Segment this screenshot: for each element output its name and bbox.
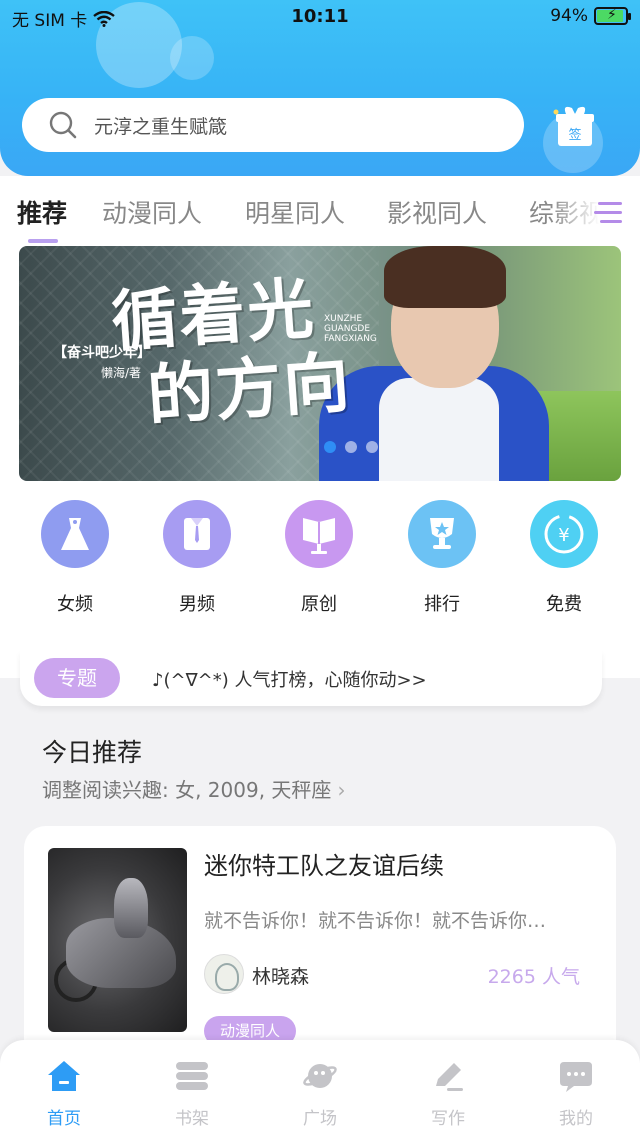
book-stand-icon [285,500,353,568]
tab-recommend[interactable]: 推荐 [17,194,67,230]
book-cover[interactable] [48,848,187,1032]
search-bar[interactable]: 元淳之重生赋箴 [22,98,524,152]
category-label: 排行 [424,594,460,615]
tab-active-indicator [28,239,58,243]
cover-rider [114,878,148,938]
category-label: 男频 [179,594,215,615]
trophy-icon [408,500,476,568]
banner-jacket-white [379,378,499,481]
carousel-dot[interactable] [345,441,357,453]
banner-pinyin: XUNZHE GUANGDE FANGXIANG [324,314,377,344]
category-male[interactable]: 男频 [147,500,247,616]
topic-badge: 专题 [34,658,120,698]
pen-icon [436,1063,463,1091]
tab-menu-icon[interactable] [594,198,626,228]
nav-bookshelf[interactable]: 书架 [152,1058,232,1129]
nav-write[interactable]: 写作 [408,1058,488,1129]
bookshelf-icon [176,1062,208,1090]
nav-label: 书架 [175,1109,209,1129]
reading-interest-link[interactable]: 调整阅读兴趣: 女, 2009, 天秤座 › [42,774,345,803]
category-ranking[interactable]: 排行 [392,500,492,616]
battery-percent: 94% [550,6,588,26]
nav-square[interactable]: 广场 [280,1058,360,1129]
nav-label: 首页 [47,1109,81,1129]
dress-icon [41,500,109,568]
topic-strip[interactable]: 专题 ♪(^∇^*) 人气打榜，心随你动>> [20,650,602,706]
banner-carousel[interactable]: 循着光 的方向 【奋斗吧少年】 懒海/著 XUNZHE GUANGDE FANG… [19,246,621,481]
banner-subtitle: 【奋斗吧少年】 [53,345,151,361]
planet-icon [303,1064,337,1088]
nav-label: 我的 [559,1109,593,1129]
carousel-dot[interactable] [366,441,378,453]
tab-film-fanfic[interactable]: 影视同人 [387,194,487,230]
nav-home[interactable]: 首页 [24,1058,104,1129]
category-label: 免费 [546,594,582,615]
svg-text:签: 签 [568,127,581,143]
nav-label: 广场 [303,1109,337,1129]
topic-text[interactable]: ♪(^∇^*) 人气打榜，心随你动>> [152,666,427,692]
bottom-nav: 首页 书架 广场 写作 我的 [0,1040,640,1138]
category-tabs: 推荐 动漫同人 明星同人 影视同人 综影视 [0,176,640,244]
nav-me[interactable]: 我的 [536,1058,616,1129]
popularity-count: 2265 人气 [487,966,580,988]
chevron-right-icon: › [337,778,346,802]
search-icon [49,111,77,139]
status-bar: 无 SIM 卡 10:11 94% ⚡ [0,0,640,36]
book-description: 就不告诉你！就不告诉你！就不告诉你… [204,910,547,932]
reading-interest-text: 调整阅读兴趣: 女, 2009, 天秤座 [42,778,332,802]
battery-icon: ⚡ [594,7,631,25]
tab-anime-fanfic[interactable]: 动漫同人 [102,194,202,230]
book-title[interactable]: 迷你特工队之友谊后续 [204,846,444,881]
category-free[interactable]: ¥ 免费 [514,500,614,616]
author-name[interactable]: 林晓森 [252,962,309,989]
yen-coin-icon: ¥ [530,500,598,568]
avatar[interactable] [204,954,244,994]
header: 无 SIM 卡 10:11 94% ⚡ 元淳之重生赋箴 签 [0,0,640,176]
chat-bubble-icon [560,1062,592,1092]
banner-hair [384,246,506,308]
carousel-dots [324,441,378,453]
home-icon [48,1061,80,1091]
carousel-dot[interactable] [324,441,336,453]
tab-celebrity-fanfic[interactable]: 明星同人 [245,194,345,230]
signin-gift-icon[interactable]: 签 [552,104,598,148]
shirt-icon [163,500,231,568]
category-female[interactable]: 女频 [25,500,125,616]
section-title: 今日推荐 [42,738,143,767]
banner-title-line2: 的方向 [144,342,354,436]
category-label: 女频 [57,594,93,615]
book-card[interactable]: 迷你特工队之友谊后续 就不告诉你！就不告诉你！就不告诉你… 林晓森 2265 人… [24,826,616,1066]
clock: 10:11 [291,6,349,27]
category-original[interactable]: 原创 [269,500,369,616]
decor-bubble [170,36,214,80]
svg-text:¥: ¥ [558,525,569,546]
banner-author: 懒海/著 [101,366,142,380]
category-label: 原创 [301,594,337,615]
nav-label: 写作 [431,1109,465,1129]
search-input[interactable]: 元淳之重生赋箴 [94,112,227,139]
